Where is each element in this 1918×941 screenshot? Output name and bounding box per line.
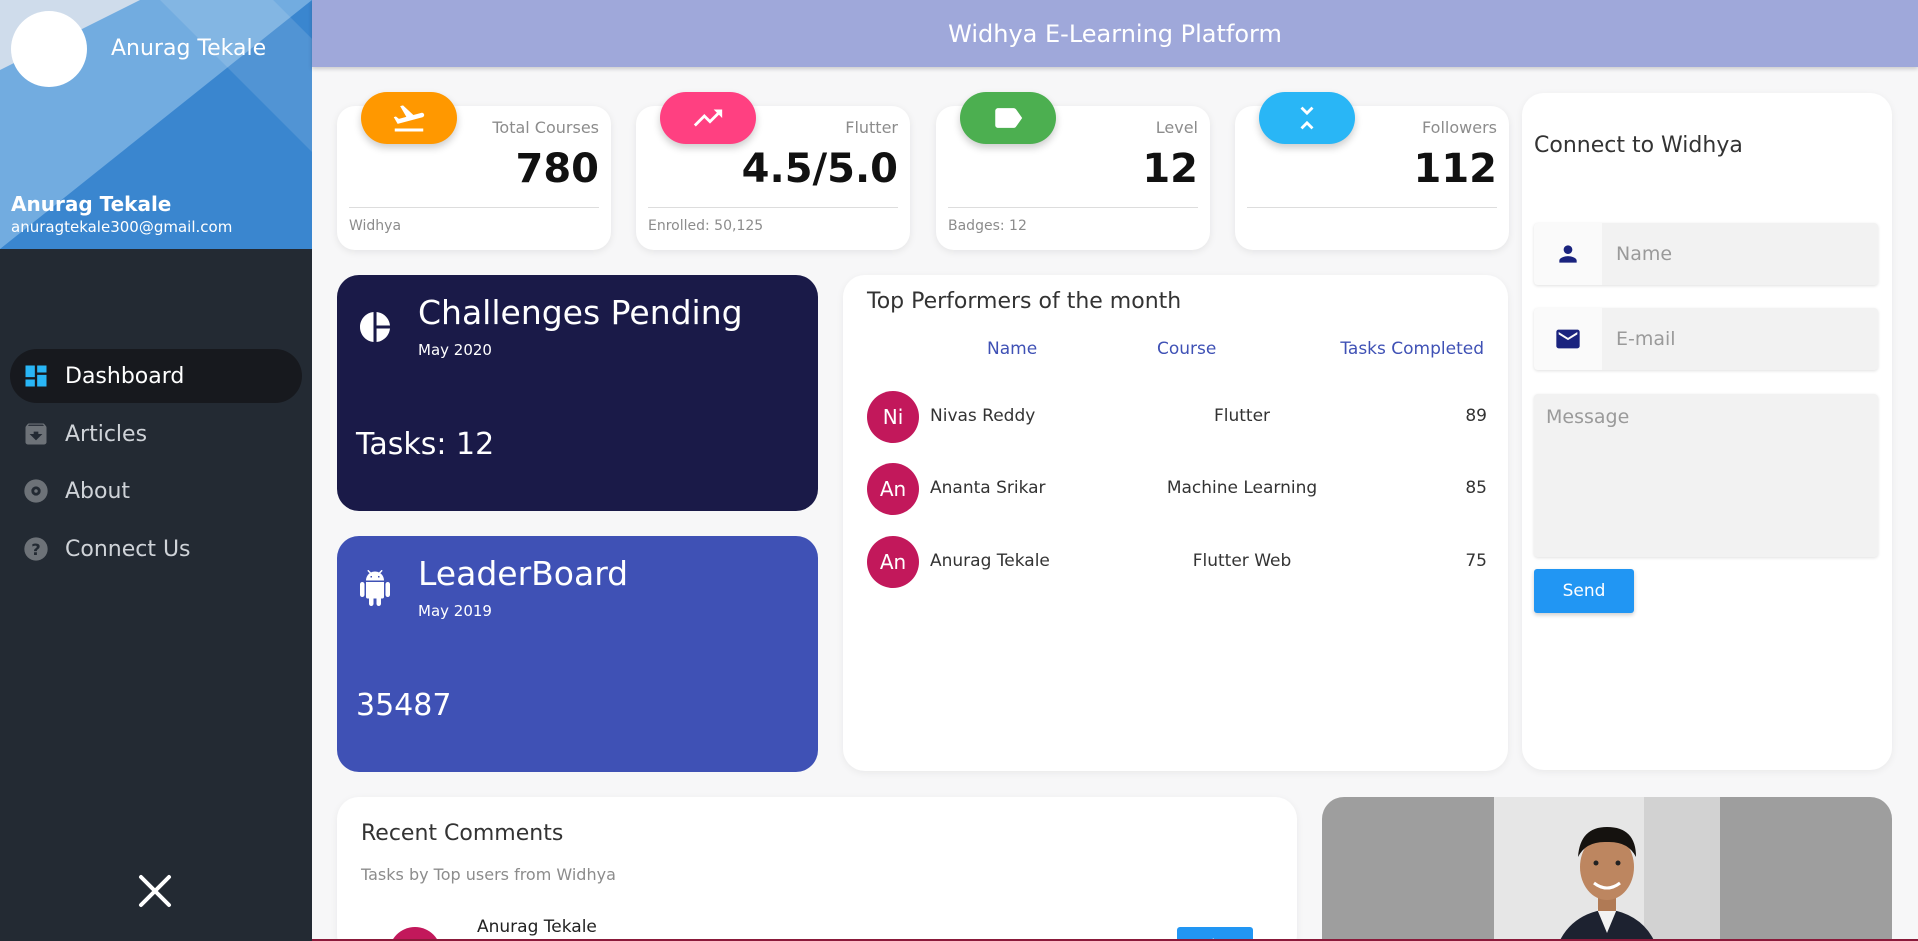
table-row[interactable]: Ni Nivas Reddy Flutter 89 bbox=[867, 391, 1487, 443]
stat-card-flutter: Flutter 4.5/5.0 Enrolled: 50,125 bbox=[636, 92, 910, 250]
performer-name: Anurag Tekale bbox=[930, 551, 1050, 571]
sidebar-item-label: About bbox=[65, 478, 131, 504]
mail-icon bbox=[1534, 308, 1602, 370]
name-field bbox=[1534, 223, 1878, 285]
sidebar: Anurag Tekale Anurag Tekale anuragtekale… bbox=[0, 0, 312, 941]
stat-value: 112 bbox=[1413, 146, 1498, 192]
card-title: Recent Comments bbox=[361, 821, 564, 846]
email-input[interactable] bbox=[1616, 308, 1866, 370]
performer-course: Flutter bbox=[1213, 406, 1271, 426]
column-header-course: Course bbox=[1157, 339, 1217, 359]
sidebar-header: Anurag Tekale Anurag Tekale anuragtekale… bbox=[0, 0, 312, 249]
app-title-bar: Widhya E-Learning Platform bbox=[312, 0, 1918, 67]
svg-text:?: ? bbox=[31, 540, 40, 559]
album-icon bbox=[21, 476, 51, 506]
stat-card-level: Level 12 Badges: 12 bbox=[936, 92, 1210, 250]
performer-tasks: 75 bbox=[1465, 551, 1487, 571]
sidebar-item-dashboard[interactable]: Dashboard bbox=[10, 349, 302, 403]
app-title: Widhya E-Learning Platform bbox=[948, 19, 1282, 48]
divider bbox=[948, 207, 1198, 208]
connect-form-card: Connect to Widhya Send bbox=[1522, 93, 1892, 770]
help-icon: ? bbox=[21, 534, 51, 564]
unfold-less-icon bbox=[1259, 92, 1355, 144]
table-row[interactable]: An Ananta Srikar Machine Learning 85 bbox=[867, 463, 1487, 515]
stat-label: Flutter bbox=[845, 118, 898, 137]
profile-photo bbox=[1494, 797, 1720, 941]
sidebar-item-about[interactable]: About bbox=[10, 464, 302, 518]
flight-takeoff-icon bbox=[361, 92, 457, 144]
stat-label: Total Courses bbox=[492, 118, 599, 137]
comment-author: Anurag Tekale bbox=[477, 917, 597, 937]
card-title: Challenges Pending bbox=[418, 293, 743, 332]
message-field bbox=[1534, 394, 1878, 557]
stat-footer: Widhya bbox=[349, 218, 402, 234]
card-date: May 2019 bbox=[418, 602, 492, 620]
stat-value: 4.5/5.0 bbox=[741, 146, 898, 192]
label-icon bbox=[960, 92, 1056, 144]
card-value: 35487 bbox=[356, 688, 452, 723]
trending-up-icon bbox=[660, 92, 756, 144]
android-icon bbox=[357, 570, 393, 606]
challenges-pending-card[interactable]: Challenges Pending May 2020 Tasks: 12 bbox=[337, 275, 818, 511]
top-performers-card: Top Performers of the month Name Course … bbox=[843, 275, 1508, 771]
performer-name: Nivas Reddy bbox=[930, 406, 1036, 426]
person-icon bbox=[1534, 223, 1602, 285]
card-title: LeaderBoard bbox=[418, 554, 629, 593]
send-button[interactable]: Send bbox=[1534, 569, 1634, 613]
card-subtitle: Tasks by Top users from Widhya bbox=[361, 865, 616, 884]
card-title: Top Performers of the month bbox=[867, 289, 1182, 314]
name-input[interactable] bbox=[1616, 223, 1866, 285]
divider bbox=[648, 207, 898, 208]
performer-course: Flutter Web bbox=[1192, 551, 1292, 571]
performer-tasks: 85 bbox=[1465, 478, 1487, 498]
avatar: Ni bbox=[867, 391, 919, 443]
card-date: May 2020 bbox=[418, 341, 492, 359]
avatar[interactable] bbox=[11, 11, 87, 87]
stat-label: Followers bbox=[1422, 118, 1497, 137]
stat-card-total-courses: Total Courses 780 Widhya bbox=[337, 92, 611, 250]
column-header-tasks: Tasks Completed bbox=[1340, 339, 1484, 359]
account-email: anuragtekale300@gmail.com bbox=[11, 218, 233, 236]
stat-label: Level bbox=[1155, 118, 1198, 137]
column-header-name: Name bbox=[987, 339, 1038, 359]
dashboard-icon bbox=[21, 361, 51, 391]
divider bbox=[1247, 207, 1497, 208]
performer-name: Ananta Srikar bbox=[930, 478, 1046, 498]
profile-photo-card bbox=[1322, 797, 1892, 941]
sidebar-item-label: Articles bbox=[65, 421, 148, 447]
stat-footer: Badges: 12 bbox=[948, 218, 1027, 234]
header-user-name: Anurag Tekale bbox=[111, 36, 267, 61]
archive-icon bbox=[21, 419, 51, 449]
stat-value: 780 bbox=[515, 146, 600, 192]
close-icon[interactable] bbox=[136, 872, 174, 910]
leaderboard-card[interactable]: LeaderBoard May 2019 35487 bbox=[337, 536, 818, 772]
stat-footer: Enrolled: 50,125 bbox=[648, 218, 764, 234]
card-value: Tasks: 12 bbox=[356, 427, 495, 462]
avatar: An bbox=[867, 536, 919, 588]
pie-chart-icon bbox=[357, 309, 393, 345]
email-field bbox=[1534, 308, 1878, 370]
card-title: Connect to Widhya bbox=[1534, 133, 1743, 158]
performer-tasks: 89 bbox=[1465, 406, 1487, 426]
avatar: An bbox=[867, 463, 919, 515]
recent-comments-card: Recent Comments Tasks by Top users from … bbox=[337, 797, 1297, 941]
table-row[interactable]: An Anurag Tekale Flutter Web 75 bbox=[867, 536, 1487, 588]
stat-value: 12 bbox=[1142, 146, 1198, 192]
sidebar-item-connect-us[interactable]: ? Connect Us bbox=[10, 522, 302, 576]
divider bbox=[349, 207, 599, 208]
stat-card-followers: Followers 112 bbox=[1235, 92, 1509, 250]
account-name: Anurag Tekale bbox=[11, 192, 172, 216]
message-input[interactable] bbox=[1546, 406, 1866, 546]
sidebar-item-articles[interactable]: Articles bbox=[10, 407, 302, 461]
sidebar-item-label: Connect Us bbox=[65, 536, 191, 562]
performer-course: Machine Learning bbox=[1166, 478, 1318, 498]
sidebar-item-label: Dashboard bbox=[65, 363, 185, 389]
